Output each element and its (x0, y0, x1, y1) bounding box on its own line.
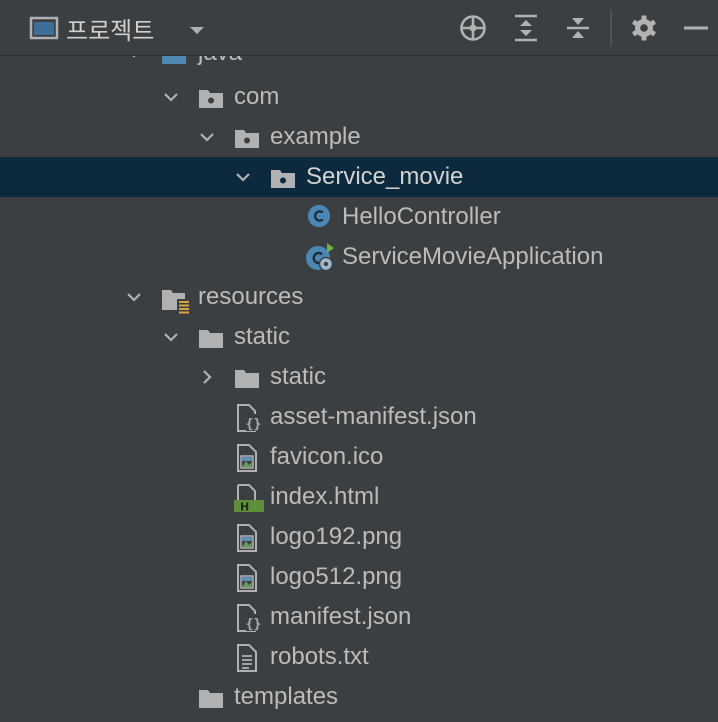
source-folder-icon (162, 56, 186, 64)
project-toolbar: 프로젝트 (0, 0, 718, 56)
tree-node-logo512-png[interactable]: logo512.png (0, 557, 718, 597)
chevron-down-icon[interactable] (124, 56, 144, 63)
gear-icon[interactable] (628, 12, 660, 44)
spring-boot-class-icon (306, 243, 334, 272)
text-file-icon (237, 644, 257, 672)
tree-node-label: HelloController (342, 203, 501, 230)
tree-node-asset-manifest-json[interactable]: {} asset-manifest.json (0, 397, 718, 437)
package-icon (199, 90, 223, 108)
tree-node-service-movie[interactable]: Service_movie (0, 157, 718, 197)
folder-icon (235, 370, 259, 388)
tree-node-label: templates (234, 683, 339, 710)
svg-text:{}: {} (246, 617, 262, 632)
image-file-icon (237, 564, 257, 592)
tree-node-static-nested[interactable]: static (0, 357, 718, 397)
tree-node-label: example (270, 123, 361, 150)
svg-text:{}: {} (246, 417, 262, 432)
tree-node-servicemovieapplication[interactable]: ServiceMovieApplication (0, 237, 718, 277)
tree-node-logo192-png[interactable]: logo192.png (0, 517, 718, 557)
tree-node-label: java (198, 56, 242, 73)
tree-node-label: static (270, 363, 327, 390)
chevron-down-icon[interactable] (197, 127, 217, 147)
image-file-icon (237, 524, 257, 552)
tree-node-label: resources (198, 283, 304, 310)
tree-node-com[interactable]: com (0, 77, 718, 117)
chevron-down-icon[interactable] (233, 167, 253, 187)
package-icon (235, 130, 259, 148)
tree-node-label: ServiceMovieApplication (342, 243, 604, 270)
collapse-all-icon[interactable] (562, 12, 594, 44)
view-mode-text: 프로젝트 (66, 17, 155, 45)
tree-node-templates[interactable]: templates (0, 677, 718, 717)
tree-node-resources[interactable]: resources (0, 277, 718, 317)
tree-node-label: logo512.png (270, 563, 403, 590)
tree-node-static[interactable]: static (0, 317, 718, 357)
chevron-down-icon[interactable] (124, 287, 144, 307)
chevron-down-icon[interactable] (161, 327, 181, 347)
tree-node-index-html[interactable]: H index.html (0, 477, 718, 517)
window-icon[interactable] (28, 14, 60, 42)
tree-node-label: asset-manifest.json (270, 403, 477, 430)
tree-node-label: robots.txt (270, 643, 369, 670)
tree-node-label: index.html (270, 483, 380, 510)
tree-node-example[interactable]: example (0, 117, 718, 157)
view-mode-label[interactable]: 프로젝트 (66, 12, 155, 45)
minimize-icon[interactable] (680, 12, 712, 44)
tree-node-favicon-ico[interactable]: favicon.ico (0, 437, 718, 477)
project-tree: java com example Service_movie HelloCont… (0, 56, 718, 722)
json-file-icon: {} (237, 404, 262, 432)
toolbar-divider (610, 10, 612, 46)
tree-node-java[interactable]: java (0, 56, 718, 73)
image-file-icon (237, 444, 257, 472)
folder-icon (199, 690, 223, 708)
folder-icon (199, 330, 223, 348)
locate-icon[interactable] (456, 12, 490, 44)
java-class-icon (307, 204, 331, 228)
chevron-right-icon[interactable] (197, 367, 217, 387)
tree-node-label: com (234, 83, 280, 110)
tree-node-manifest-json[interactable]: {} manifest.json (0, 597, 718, 637)
tree-node-label: static (234, 323, 291, 350)
resources-folder-icon (162, 290, 190, 314)
expand-all-icon[interactable] (510, 12, 542, 44)
json-file-icon: {} (237, 604, 262, 632)
svg-text:H: H (240, 501, 249, 513)
dropdown-icon[interactable] (184, 18, 210, 42)
package-icon (271, 170, 295, 188)
html-file-icon: H (234, 484, 264, 512)
tree-node-label: logo192.png (270, 523, 403, 550)
tree-node-robots-txt[interactable]: robots.txt (0, 637, 718, 677)
tree-node-label: manifest.json (270, 603, 412, 630)
chevron-down-icon[interactable] (161, 87, 181, 107)
tree-node-label: favicon.ico (270, 443, 384, 470)
tree-node-label: Service_movie (306, 163, 464, 190)
tree-node-hellocontroller[interactable]: HelloController (0, 197, 718, 237)
